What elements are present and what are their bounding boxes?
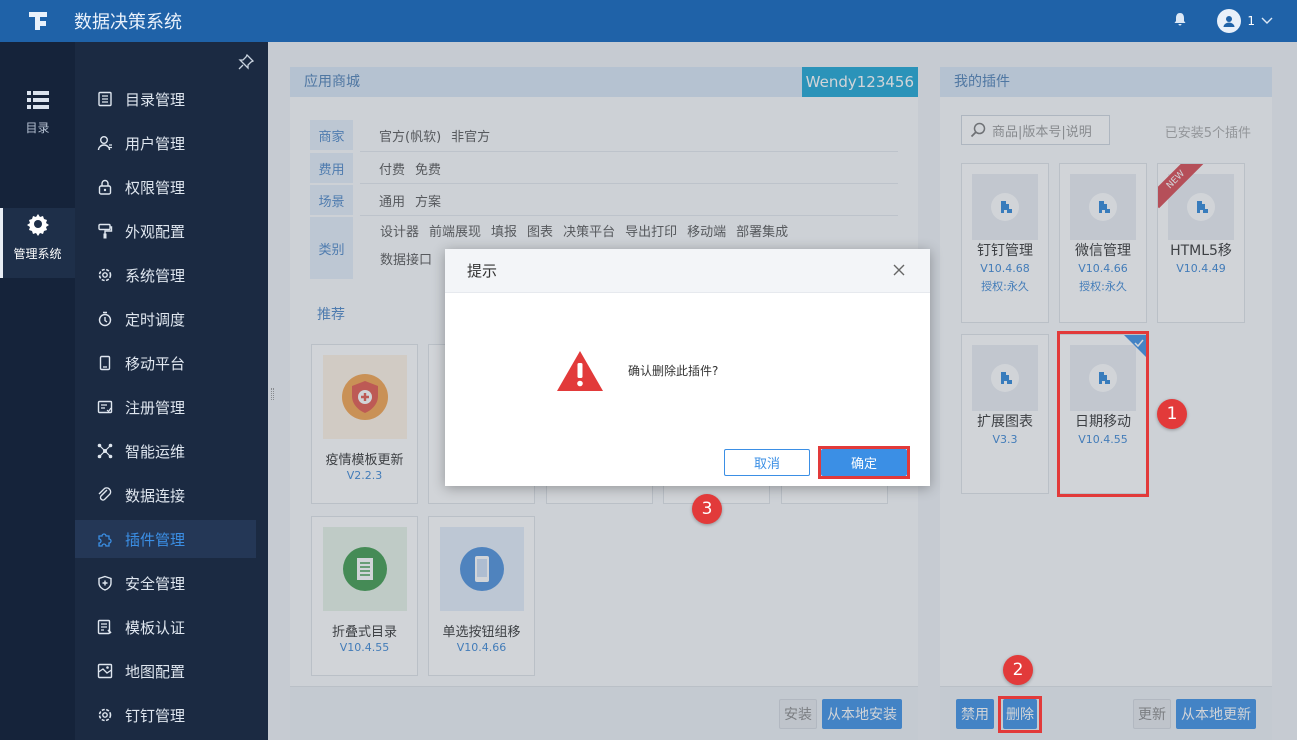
sidebar-item-label: 定时调度 xyxy=(125,310,186,329)
rail-item-management[interactable]: 管理系统 xyxy=(0,208,75,278)
step-badge: 1 xyxy=(1157,399,1187,429)
sidebar-item-label: 地图配置 xyxy=(125,662,186,681)
sidebar-item-label: 权限管理 xyxy=(125,178,186,197)
sidebar-item-label: 钉钉管理 xyxy=(125,706,186,725)
step-badge: 2 xyxy=(1003,655,1033,685)
sidebar-item-label: 模板认证 xyxy=(125,618,186,637)
sidebar-item-map[interactable]: 地图配置 xyxy=(75,652,256,690)
highlight-delete-button xyxy=(998,696,1042,733)
sidebar-item-catalog[interactable]: 目录管理 xyxy=(75,80,256,118)
sidebar-item-label: 数据连接 xyxy=(125,486,186,505)
template-icon xyxy=(96,618,114,636)
sidebar-item-label: 系统管理 xyxy=(125,266,186,285)
user-menu[interactable]: 1 xyxy=(1217,9,1273,33)
sidebar-item-data-connection[interactable]: 数据连接 xyxy=(75,476,256,514)
network-icon xyxy=(96,442,114,460)
sidebar-item-users[interactable]: 用户管理 xyxy=(75,124,256,162)
sidebar-item-schedule[interactable]: 定时调度 xyxy=(75,300,256,338)
dialog-message: 确认删除此插件? xyxy=(628,364,719,378)
sidebar-item-mobile[interactable]: 移动平台 xyxy=(75,344,256,382)
app-logo-icon[interactable] xyxy=(26,9,50,33)
step-badge: 3 xyxy=(692,494,722,524)
top-bar: 数据决策系统 1 xyxy=(0,0,1297,42)
timer-icon xyxy=(96,310,114,328)
sidebar-item-register[interactable]: 注册管理 xyxy=(75,388,256,426)
left-rail: 目录 管理系统 xyxy=(0,42,75,740)
sidebar-item-label: 用户管理 xyxy=(125,134,186,153)
rail-label: 目录 xyxy=(25,121,50,135)
map-icon xyxy=(96,662,114,680)
sidebar-item-system[interactable]: 系统管理 xyxy=(75,256,256,294)
sidebar-item-label: 外观配置 xyxy=(125,222,186,241)
sidebar-item-label: 移动平台 xyxy=(125,354,186,373)
lock-icon xyxy=(96,178,114,196)
link-icon xyxy=(96,486,114,504)
shield-icon xyxy=(96,574,114,592)
puzzle-icon xyxy=(96,530,114,548)
rail-item-catalog[interactable]: 目录 xyxy=(0,90,75,150)
app-title: 数据决策系统 xyxy=(74,12,182,33)
mobile-icon xyxy=(96,354,114,372)
sidebar-item-plugins[interactable]: 插件管理 xyxy=(75,520,256,558)
dialog-title: 提示 xyxy=(445,249,930,293)
avatar xyxy=(1217,9,1242,33)
user-icon xyxy=(96,134,114,152)
sidebar-item-label: 安全管理 xyxy=(125,574,186,593)
sidebar-item-label: 智能运维 xyxy=(125,442,186,461)
cancel-button[interactable]: 取消 xyxy=(724,449,810,476)
sidebar: 目录管理 用户管理 权限管理 外观配置 系统管理 定时调度 移动平台 注册管理 … xyxy=(75,42,268,740)
bell-icon[interactable] xyxy=(1173,12,1187,30)
sidebar-item-permissions[interactable]: 权限管理 xyxy=(75,168,256,206)
chevron-down-icon xyxy=(1261,14,1273,28)
close-icon[interactable] xyxy=(890,261,908,279)
highlight-selected-plugin xyxy=(1057,331,1149,497)
pin-icon[interactable] xyxy=(238,53,255,74)
sidebar-item-label: 注册管理 xyxy=(125,398,186,417)
brush-icon xyxy=(96,222,114,240)
sidebar-item-dingtalk[interactable]: 钉钉管理 xyxy=(75,696,256,734)
sidebar-item-security[interactable]: 安全管理 xyxy=(75,564,256,602)
catalog-icon xyxy=(96,90,114,108)
gear-icon xyxy=(96,266,114,284)
gear-icon xyxy=(96,706,114,724)
sidebar-item-label: 插件管理 xyxy=(125,530,186,549)
gear-icon xyxy=(0,212,75,239)
rail-label: 管理系统 xyxy=(13,247,62,261)
highlight-confirm-button xyxy=(818,446,910,479)
sidebar-item-template-cert[interactable]: 模板认证 xyxy=(75,608,256,646)
list-icon xyxy=(0,90,75,113)
user-name: 1 xyxy=(1247,14,1255,28)
sidebar-item-appearance[interactable]: 外观配置 xyxy=(75,212,256,250)
sidebar-item-label: 目录管理 xyxy=(125,90,186,109)
sidebar-item-ops[interactable]: 智能运维 xyxy=(75,432,256,470)
register-icon xyxy=(96,398,114,416)
warning-icon xyxy=(556,350,604,396)
